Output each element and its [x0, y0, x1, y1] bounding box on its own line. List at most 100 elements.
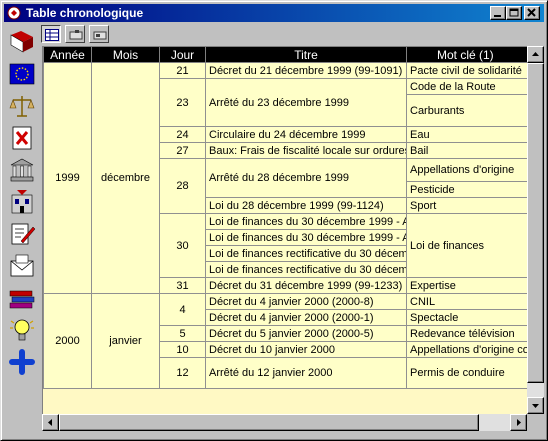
keyword-cell[interactable]: Loi de finances — [406, 213, 527, 278]
table-row[interactable]: 2000 janvier 4 Décret du 4 janvier 2000 (20… — [43, 293, 527, 389]
title-bar[interactable]: Table chronologique — [4, 4, 544, 22]
scroll-down-button[interactable] — [527, 397, 544, 414]
edit-tool[interactable] — [7, 219, 37, 249]
vertical-scroll-thumb[interactable] — [527, 63, 544, 383]
keyword-cell[interactable]: Bail — [406, 142, 527, 159]
keyword-cell[interactable]: Pesticide — [406, 181, 527, 198]
add-tool[interactable] — [7, 347, 37, 377]
title-cell[interactable]: Baux: Frais de fiscalité locale sur ordu… — [205, 142, 407, 159]
keyword-cell[interactable]: CNIL — [406, 293, 527, 310]
horizontal-scroll-thumb[interactable] — [59, 414, 479, 431]
idea-tool[interactable] — [7, 315, 37, 345]
title-cell[interactable]: Arrêté du 28 décembre 1999 — [205, 158, 407, 198]
title-cell[interactable]: Loi de finances rectificative du 30 déce… — [205, 245, 407, 262]
day-cell[interactable]: 23 — [159, 78, 206, 127]
scroll-up-button[interactable] — [527, 46, 544, 63]
court-building-icon — [10, 158, 34, 182]
delete-tool[interactable] — [7, 123, 37, 153]
vertical-scrollbar[interactable] — [527, 46, 544, 414]
close-button[interactable] — [524, 6, 540, 20]
day-cell[interactable]: 30 — [159, 213, 206, 278]
keyword-cell[interactable]: Expertise — [406, 277, 527, 294]
title-cell[interactable]: Décret du 5 janvier 2000 (2000-5) — [205, 325, 407, 342]
title-cell[interactable]: Décret du 21 décembre 1999 (99-1091) — [205, 62, 407, 79]
scroll-left-button[interactable] — [42, 414, 59, 431]
mail-tool[interactable] — [7, 251, 37, 281]
arrow-down-icon — [532, 404, 539, 408]
maximize-icon — [509, 8, 519, 17]
mail-icon — [10, 254, 34, 277]
title-cell[interactable]: Loi de finances du 30 décembre 1999 - A — [205, 213, 407, 230]
day-cell[interactable]: 27 — [159, 142, 206, 159]
justice-tool[interactable] — [7, 91, 37, 121]
delete-icon — [12, 126, 32, 150]
day-cell[interactable]: 5 — [159, 325, 206, 342]
add-icon — [9, 349, 35, 375]
title-cell[interactable]: Arrêté du 12 janvier 2000 — [205, 357, 407, 389]
keyword-cell[interactable]: Sport — [406, 197, 527, 214]
keyword-cell[interactable]: Spectacle — [406, 309, 527, 326]
keyword-cell[interactable]: Eau — [406, 126, 527, 143]
title-cell[interactable]: Décret du 4 janvier 2000 (2000-1) — [205, 309, 407, 326]
arrow-left-icon — [48, 419, 52, 426]
form-view-icon — [93, 31, 107, 40]
minimize-icon — [494, 15, 501, 17]
title-cell[interactable]: Décret du 31 décembre 1999 (99-1233) — [205, 277, 407, 294]
keyword-cell[interactable]: Redevance télévision — [406, 325, 527, 342]
title-cell[interactable]: Arrêté du 23 décembre 1999 — [205, 78, 407, 127]
day-cell[interactable]: 31 — [159, 277, 206, 294]
horizontal-scrollbar[interactable] — [42, 414, 527, 431]
keyword-cell[interactable]: Appellations d'origine — [406, 158, 527, 182]
day-cell[interactable]: 24 — [159, 126, 206, 143]
title-cell[interactable]: Loi du 28 décembre 1999 (99-1124) — [205, 197, 407, 214]
arrow-right-icon — [517, 419, 521, 426]
column-header-titre[interactable]: Titre — [205, 46, 407, 63]
day-cell[interactable]: 10 — [159, 341, 206, 358]
table-row[interactable]: 1999 décembre 21 Décret du 21 décembre 1999… — [43, 62, 527, 294]
column-header-annee[interactable]: Année — [43, 46, 92, 63]
title-cell[interactable]: Loi de finances rectificative du 30 déce… — [205, 261, 407, 278]
form-view-button[interactable] — [89, 25, 109, 43]
day-cell[interactable]: 28 — [159, 158, 206, 214]
government-tool[interactable] — [7, 187, 37, 217]
books-stack-icon — [9, 290, 35, 309]
eu-flag-icon — [9, 63, 35, 85]
library-tool[interactable] — [7, 283, 37, 313]
table-view-button[interactable] — [41, 25, 61, 43]
government-building-icon — [11, 190, 33, 214]
column-header-mot-cle[interactable]: Mot clé (1) — [406, 46, 527, 63]
size-grip — [527, 414, 544, 431]
maximize-button[interactable] — [506, 6, 522, 20]
keyword-cell[interactable]: Code de la Route — [406, 78, 527, 95]
column-header-jour[interactable]: Jour — [159, 46, 206, 63]
keyword-cell[interactable]: Carburants — [406, 94, 527, 127]
keyword-cell[interactable]: Permis de conduire — [406, 357, 527, 389]
minimize-button[interactable] — [490, 6, 506, 20]
month-cell[interactable]: janvier — [91, 293, 160, 389]
app-icon — [7, 6, 21, 20]
chronological-table: Année Mois Jour Titre Mot clé (1) 1999 dé… — [42, 46, 527, 414]
keyword-cell[interactable]: Pacte civil de solidarité — [406, 62, 527, 79]
column-header-mois[interactable]: Mois — [91, 46, 160, 63]
year-cell[interactable]: 1999 — [43, 62, 92, 294]
title-cell[interactable]: Loi de finances du 30 décembre 1999 - A — [205, 229, 407, 246]
scroll-right-button[interactable] — [510, 414, 527, 431]
day-cell[interactable]: 12 — [159, 357, 206, 389]
main-window: Table chronologique Année Mois Jour Titr… — [0, 0, 548, 441]
title-cell[interactable]: Circulaire du 24 décembre 1999 — [205, 126, 407, 143]
title-cell[interactable]: Décret du 4 janvier 2000 (2000-8) — [205, 293, 407, 310]
title-cell[interactable]: Décret du 10 janvier 2000 — [205, 341, 407, 358]
book-icon — [10, 31, 33, 53]
day-cell[interactable]: 21 — [159, 62, 206, 79]
day-cell[interactable]: 4 — [159, 293, 206, 326]
table-view-icon — [45, 29, 59, 41]
card-view-button[interactable] — [65, 25, 85, 43]
month-cell[interactable]: décembre — [91, 62, 160, 294]
window-title: Table chronologique — [26, 6, 144, 20]
keyword-cell[interactable]: Appellations d'origine cor — [406, 341, 527, 358]
year-cell[interactable]: 2000 — [43, 293, 92, 389]
europe-tool[interactable] — [7, 59, 37, 89]
arrow-up-icon — [532, 52, 539, 56]
book-tool[interactable] — [7, 27, 37, 57]
court-tool[interactable] — [7, 155, 37, 185]
